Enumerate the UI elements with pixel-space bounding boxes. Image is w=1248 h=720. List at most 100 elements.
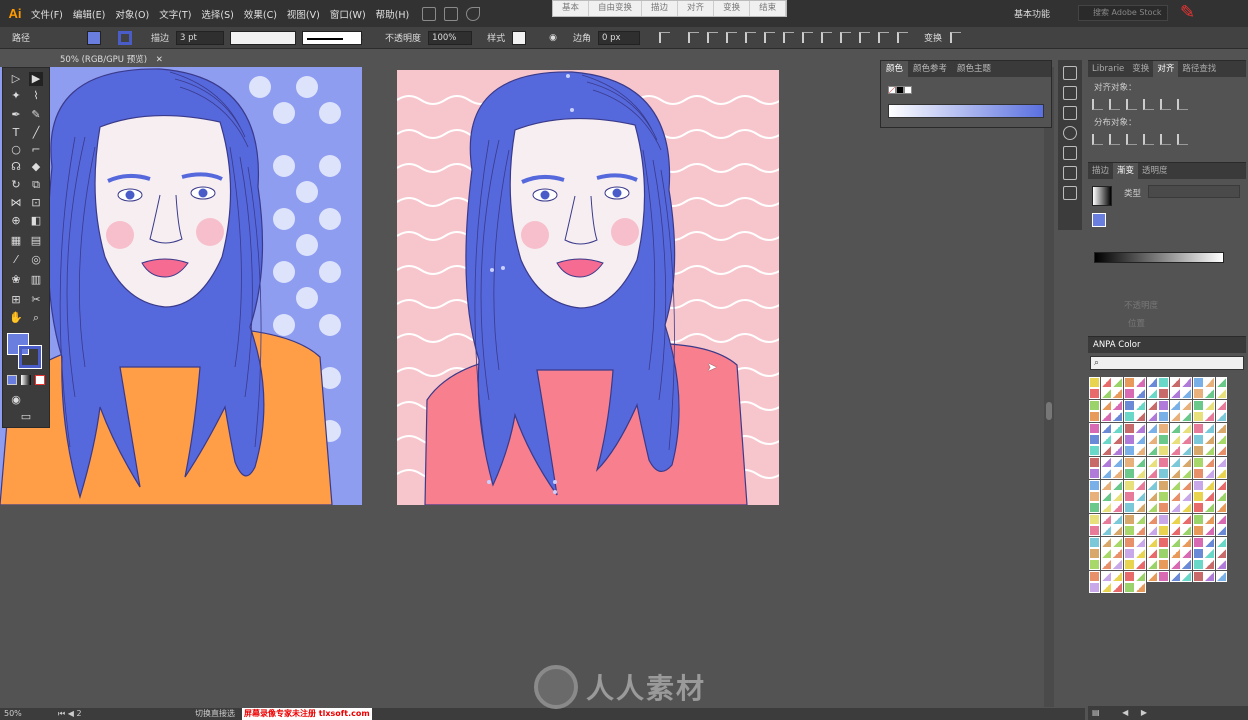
panel-dist-vcenter-icon[interactable] <box>1109 134 1120 145</box>
color-swatch[interactable] <box>1089 525 1100 537</box>
color-swatch[interactable] <box>1158 525 1169 537</box>
color-swatch[interactable] <box>1112 548 1123 559</box>
color-swatch[interactable] <box>1135 422 1146 434</box>
swatch-search-input[interactable]: ⌕ <box>1090 356 1244 370</box>
isolate-icon[interactable] <box>949 32 961 43</box>
color-swatch[interactable] <box>1135 525 1146 537</box>
color-swatch[interactable] <box>1135 570 1146 582</box>
distribute-left-icon[interactable] <box>858 32 870 43</box>
color-swatch[interactable] <box>1112 411 1123 423</box>
color-swatch[interactable] <box>1123 377 1135 388</box>
width-tool-icon[interactable]: ⋈ <box>9 196 23 210</box>
color-swatch[interactable] <box>1123 411 1135 423</box>
color-swatch[interactable] <box>1100 548 1112 559</box>
color-swatch[interactable] <box>1146 422 1158 434</box>
vertical-scroll-thumb[interactable] <box>1046 402 1052 420</box>
direct-selection-tool-icon[interactable]: ▶ <box>29 72 43 86</box>
color-swatch[interactable] <box>1181 445 1192 457</box>
color-swatch[interactable] <box>1135 434 1146 445</box>
color-swatch[interactable] <box>1204 548 1215 559</box>
color-swatch[interactable] <box>1135 491 1146 502</box>
color-swatch[interactable] <box>1089 445 1100 457</box>
column-graph-tool-icon[interactable]: ▥ <box>29 273 43 287</box>
color-swatch[interactable] <box>1112 536 1123 548</box>
color-swatch[interactable] <box>1192 456 1204 468</box>
blend-tool-icon[interactable]: ◎ <box>29 253 43 267</box>
color-swatch[interactable] <box>1135 411 1146 423</box>
color-swatch[interactable] <box>1089 548 1100 559</box>
gradient-fill-stroke-swatch[interactable] <box>1092 213 1106 227</box>
color-swatch[interactable] <box>1204 377 1215 388</box>
color-swatch[interactable] <box>1112 582 1123 594</box>
color-swatch[interactable] <box>1204 445 1215 457</box>
color-swatch[interactable] <box>1204 502 1215 514</box>
color-swatch[interactable] <box>1089 491 1100 502</box>
none-mode-icon[interactable] <box>35 375 45 385</box>
appearance-icon[interactable] <box>1063 126 1077 140</box>
color-swatch[interactable] <box>1100 388 1112 400</box>
color-swatch[interactable] <box>1089 377 1100 388</box>
line-tool-icon[interactable]: ╱ <box>29 126 43 140</box>
color-swatch[interactable] <box>1158 491 1169 502</box>
color-swatch[interactable] <box>1204 411 1215 423</box>
color-swatch[interactable] <box>1146 445 1158 457</box>
color-swatch[interactable] <box>1146 399 1158 411</box>
panel-dist-hcenter-icon[interactable] <box>1160 134 1171 145</box>
color-swatch[interactable] <box>1204 536 1215 548</box>
color-swatch[interactable] <box>1089 388 1100 400</box>
color-swatch[interactable] <box>1123 559 1135 571</box>
color-swatch[interactable] <box>1215 491 1227 502</box>
color-swatch[interactable] <box>1192 513 1204 525</box>
color-swatch[interactable] <box>1204 491 1215 502</box>
color-swatch[interactable] <box>1135 513 1146 525</box>
color-swatch[interactable] <box>1100 525 1112 537</box>
menu-window[interactable]: 窗口(W) <box>325 7 371 21</box>
tab-color-guide[interactable]: 颜色参考 <box>908 61 952 77</box>
color-swatch[interactable] <box>1215 479 1227 491</box>
color-swatch[interactable] <box>1215 513 1227 525</box>
color-swatch[interactable] <box>1146 377 1158 388</box>
color-swatch[interactable] <box>1112 434 1123 445</box>
color-swatch[interactable] <box>1089 513 1100 525</box>
color-swatch[interactable] <box>1169 502 1181 514</box>
color-swatch[interactable] <box>1100 411 1112 423</box>
color-swatch[interactable] <box>1112 422 1123 434</box>
distribute-right-icon[interactable] <box>896 32 908 43</box>
color-swatch[interactable] <box>1089 399 1100 411</box>
perspective-tool-icon[interactable]: ◧ <box>29 214 43 228</box>
color-swatch[interactable] <box>1169 525 1181 537</box>
panel-align-left-icon[interactable] <box>1092 99 1103 110</box>
color-swatch[interactable] <box>1100 456 1112 468</box>
color-swatch[interactable] <box>1100 536 1112 548</box>
distribute-bottom-icon[interactable] <box>839 32 851 43</box>
color-swatch[interactable] <box>1169 468 1181 480</box>
menu-file[interactable]: 文件(F) <box>26 7 68 21</box>
color-swatch[interactable] <box>1089 582 1100 594</box>
screen-mode-icon[interactable]: ▭ <box>19 410 33 424</box>
menu-type[interactable]: 文字(T) <box>154 7 196 21</box>
color-swatch[interactable] <box>1181 388 1192 400</box>
color-swatch[interactable] <box>1135 479 1146 491</box>
color-swatch[interactable] <box>1123 422 1135 434</box>
color-swatch[interactable] <box>1100 491 1112 502</box>
color-swatch[interactable] <box>1192 434 1204 445</box>
color-swatch[interactable] <box>1112 502 1123 514</box>
color-swatch[interactable] <box>1112 559 1123 571</box>
rotate-tool-icon[interactable]: ↻ <box>9 178 23 192</box>
color-swatch[interactable] <box>1169 559 1181 571</box>
color-swatch[interactable] <box>1169 536 1181 548</box>
panel-dist-right-icon[interactable] <box>1177 134 1188 145</box>
color-swatch[interactable] <box>1135 456 1146 468</box>
tab-transform[interactable]: 变换 <box>1128 61 1153 77</box>
color-swatch[interactable] <box>1192 536 1204 548</box>
tab-gradient[interactable]: 渐变 <box>1113 163 1139 179</box>
color-swatch[interactable] <box>1112 513 1123 525</box>
color-swatch[interactable] <box>1158 513 1169 525</box>
magic-wand-tool-icon[interactable]: ✦ <box>9 89 23 103</box>
color-swatch[interactable] <box>1123 536 1135 548</box>
color-swatch[interactable] <box>1158 445 1169 457</box>
align-to-icon[interactable] <box>658 32 670 43</box>
floating-tool-3[interactable]: 对齐 <box>678 1 715 16</box>
tab-pathfinder[interactable]: 路径查找 <box>1178 61 1220 77</box>
color-swatch[interactable] <box>1112 491 1123 502</box>
